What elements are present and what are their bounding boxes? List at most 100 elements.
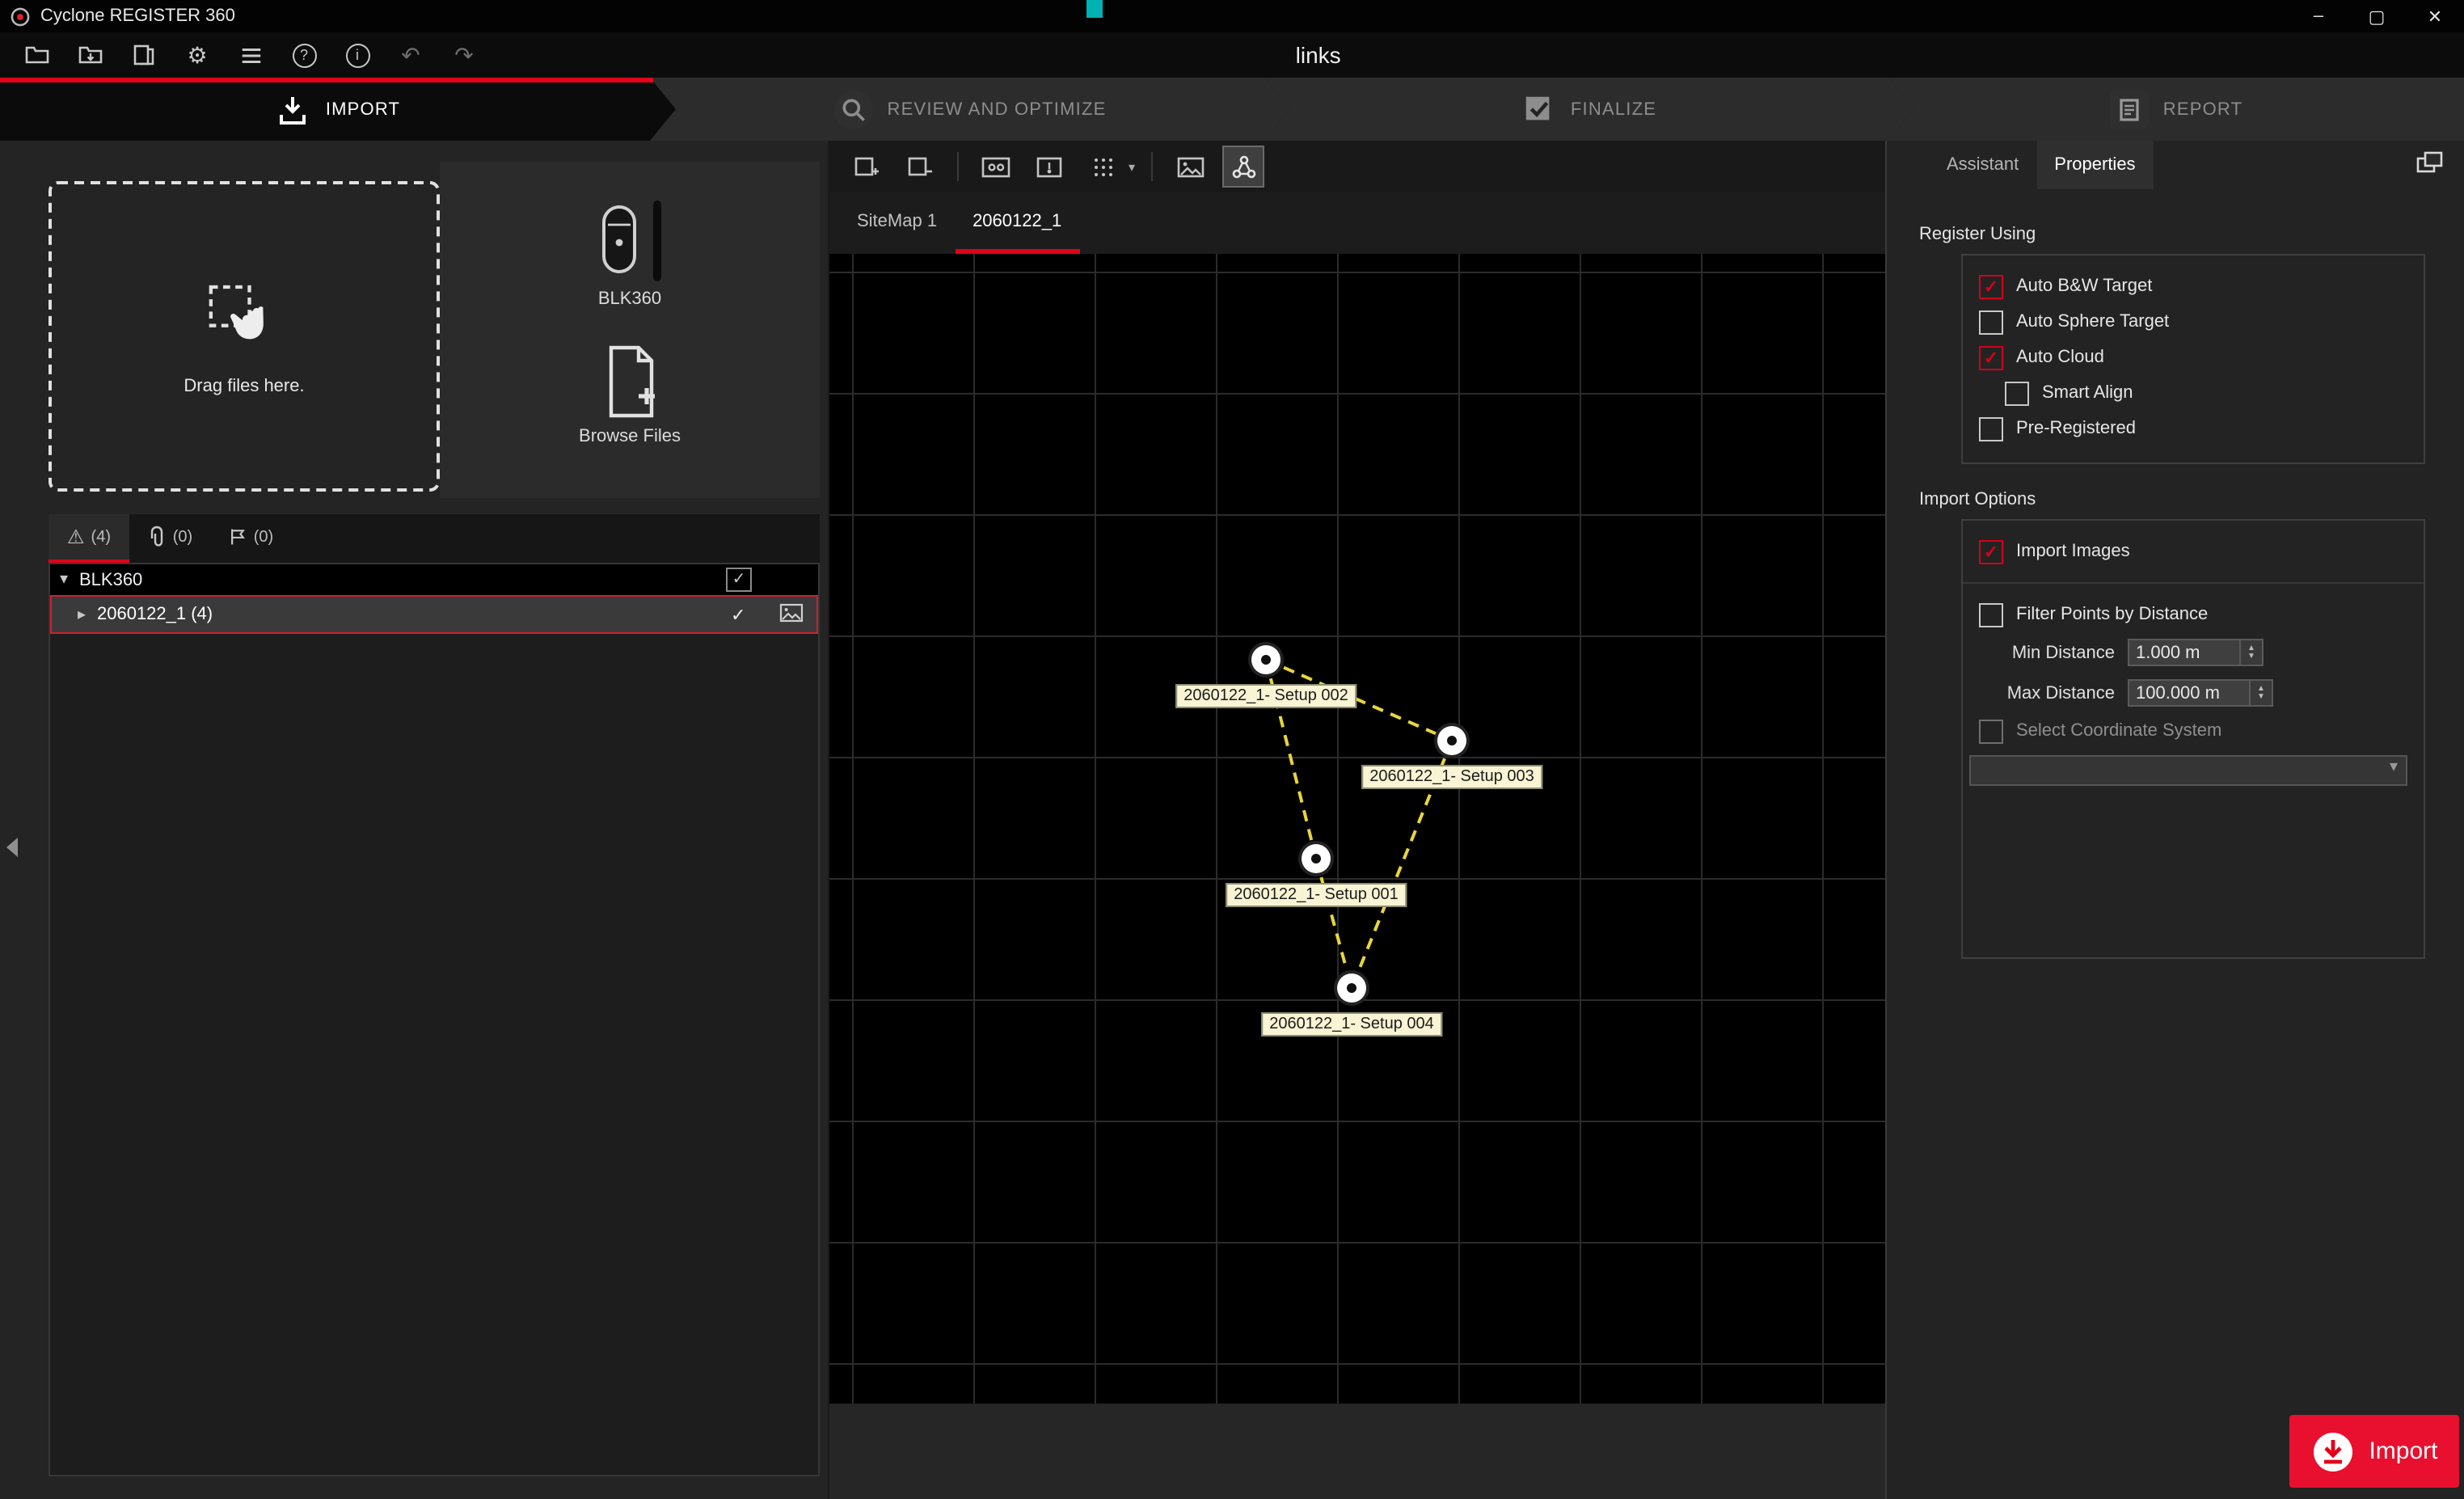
redo-icon[interactable]: ↷ bbox=[449, 40, 479, 70]
tab-properties[interactable]: Properties bbox=[2036, 141, 2153, 189]
setup-node[interactable] bbox=[1337, 973, 1366, 1003]
register-option-row: Pre-Registered bbox=[1963, 411, 2424, 446]
toolbar-separator bbox=[1151, 152, 1153, 181]
spin-down-icon[interactable]: ▼ bbox=[2247, 652, 2255, 661]
min-distance-input[interactable] bbox=[2128, 639, 2241, 666]
device-slider[interactable] bbox=[653, 201, 661, 281]
close-button[interactable]: ✕ bbox=[2406, 0, 2464, 32]
settings-gear-icon[interactable]: ⚙ bbox=[183, 40, 212, 70]
register-option-row: ✓Auto B&W Target bbox=[1963, 268, 2424, 304]
maximize-button[interactable]: ▢ bbox=[2348, 0, 2406, 32]
workflow-step-review[interactable]: REVIEW AND OPTIMIZE bbox=[650, 78, 1290, 141]
register-using-title: Register Using bbox=[1919, 225, 2464, 244]
flag-icon bbox=[228, 526, 247, 548]
workflow-step-label: REVIEW AND OPTIMIZE bbox=[888, 99, 1107, 119]
storage-list-icon[interactable] bbox=[236, 40, 265, 70]
checkbox[interactable] bbox=[1979, 416, 2003, 441]
map-view-icon[interactable] bbox=[1028, 146, 1070, 188]
import-download-icon bbox=[2310, 1429, 2356, 1474]
blk360-device-icon bbox=[598, 204, 640, 275]
checkbox[interactable]: ✓ bbox=[1979, 345, 2003, 369]
viewport-panel: ▾ SiteMap 1 2060122_1 2060122_1- Setup 0… bbox=[829, 141, 1885, 1499]
help-icon[interactable]: ? bbox=[289, 40, 319, 70]
min-distance-row: Min Distance ▲▼ bbox=[1963, 632, 2424, 673]
drag-files-dropzone[interactable]: Drag files here. bbox=[49, 181, 440, 492]
workflow-step-label: REPORT bbox=[2163, 99, 2243, 119]
filter-points-checkbox[interactable] bbox=[1979, 602, 2003, 627]
import-options-group: ✓ Import Images Filter Points by Distanc… bbox=[1961, 519, 2425, 959]
image-preview-icon[interactable] bbox=[779, 603, 804, 623]
setup-node[interactable] bbox=[1302, 844, 1331, 873]
import-button-label: Import bbox=[2369, 1438, 2437, 1465]
checkbox-label: Smart Align bbox=[2042, 383, 2133, 403]
undo-icon[interactable]: ↶ bbox=[396, 40, 425, 70]
import-step-icon bbox=[276, 91, 311, 127]
tab-assistant[interactable]: Assistant bbox=[1929, 141, 2036, 189]
open-folder-icon[interactable] bbox=[23, 40, 52, 70]
workflow-step-label: FINALIZE bbox=[1571, 99, 1656, 119]
register-option-row: Auto Sphere Target bbox=[1963, 304, 2424, 340]
collapse-left-handle[interactable] bbox=[6, 838, 18, 857]
checkbox[interactable] bbox=[2005, 381, 2029, 405]
min-distance-spinner[interactable]: ▲▼ bbox=[2241, 639, 2264, 666]
issues-count: (4) bbox=[91, 528, 111, 546]
max-distance-spinner[interactable]: ▲▼ bbox=[2251, 679, 2273, 707]
chevron-right-icon[interactable]: ▸ bbox=[78, 606, 97, 623]
chevron-down-icon[interactable]: ▾ bbox=[60, 571, 79, 589]
active-step-indicator bbox=[0, 78, 653, 82]
tab-2060122-1[interactable]: 2060122_1 bbox=[955, 192, 1079, 254]
remove-sitemap-icon[interactable] bbox=[899, 146, 941, 188]
workflow-step-label: IMPORT bbox=[326, 99, 400, 119]
open-project-icon[interactable] bbox=[76, 40, 105, 70]
register-option-row: ✓Auto Cloud bbox=[1963, 340, 2424, 375]
minimize-button[interactable]: – bbox=[2289, 0, 2348, 32]
image-view-icon[interactable] bbox=[1169, 146, 1211, 188]
drag-hand-icon bbox=[202, 277, 286, 361]
attachments-count: (0) bbox=[173, 528, 192, 546]
workflow-step-finalize[interactable]: FINALIZE bbox=[1264, 78, 1914, 141]
max-distance-row: Max Distance ▲▼ bbox=[1963, 673, 2424, 713]
child-check-icon: ✓ bbox=[731, 604, 745, 625]
workflow-step-report[interactable]: REPORT bbox=[1888, 78, 2464, 141]
register-using-group: ✓Auto B&W TargetAuto Sphere Target✓Auto … bbox=[1961, 254, 2425, 464]
import-file-list: ⚠ (4) (0) (0) bbox=[49, 514, 820, 1476]
tab-sitemap-1[interactable]: SiteMap 1 bbox=[839, 192, 955, 254]
project-book-icon[interactable] bbox=[129, 40, 158, 70]
setup-node-label: 2060122_1- Setup 001 bbox=[1226, 883, 1407, 907]
links-view-icon[interactable] bbox=[1222, 146, 1264, 188]
spin-down-icon[interactable]: ▼ bbox=[2257, 693, 2265, 701]
finalize-step-icon bbox=[1522, 92, 1556, 126]
grid-view-icon[interactable] bbox=[1082, 146, 1124, 188]
properties-panel: Assistant Properties Register Using ✓Aut… bbox=[1885, 141, 2464, 1499]
tab-issues[interactable]: ⚠ (4) bbox=[49, 514, 129, 563]
sitemap-canvas[interactable]: 2060122_1- Setup 0022060122_1- Setup 003… bbox=[829, 254, 1885, 1404]
coordinate-system-label: Select Coordinate System bbox=[2016, 721, 2221, 741]
tree-root-row[interactable]: ▾ BLK360 ✓ bbox=[50, 564, 818, 595]
tree-child-row-selected[interactable]: ▸ 2060122_1 (4) ✓ bbox=[50, 595, 818, 634]
tab-attachments[interactable]: (0) bbox=[129, 514, 210, 563]
coordinate-system-select[interactable]: ▾ bbox=[1969, 755, 2407, 786]
workflow-step-import[interactable]: IMPORT bbox=[0, 78, 676, 141]
chevron-down-icon[interactable]: ▾ bbox=[1129, 159, 1135, 174]
setup-node[interactable] bbox=[1251, 645, 1281, 674]
properties-tabs: Assistant Properties bbox=[1887, 141, 2464, 189]
coordinate-system-checkbox[interactable] bbox=[1979, 719, 2003, 743]
import-images-checkbox[interactable]: ✓ bbox=[1979, 539, 2003, 564]
titlebar-indicator bbox=[1086, 0, 1103, 18]
panel-layout-icon[interactable] bbox=[2415, 150, 2445, 176]
divider bbox=[1963, 582, 2424, 584]
tab-markers[interactable]: (0) bbox=[210, 514, 291, 563]
import-button[interactable]: Import bbox=[2289, 1415, 2459, 1488]
max-distance-input[interactable] bbox=[2128, 679, 2251, 707]
targets-view-icon[interactable] bbox=[975, 146, 1017, 188]
checkbox[interactable] bbox=[1979, 310, 2003, 334]
tree-child-label: 2060122_1 (4) bbox=[97, 605, 213, 624]
blk360-source[interactable] bbox=[598, 204, 661, 281]
setup-node-label: 2060122_1- Setup 002 bbox=[1175, 684, 1356, 708]
info-icon[interactable]: i bbox=[343, 40, 372, 70]
browse-files-source[interactable]: Browse Files bbox=[579, 344, 681, 446]
checkbox[interactable]: ✓ bbox=[1979, 274, 2003, 298]
root-checkbox[interactable]: ✓ bbox=[726, 568, 752, 592]
add-sitemap-icon[interactable] bbox=[846, 146, 888, 188]
setup-node[interactable] bbox=[1437, 726, 1466, 755]
